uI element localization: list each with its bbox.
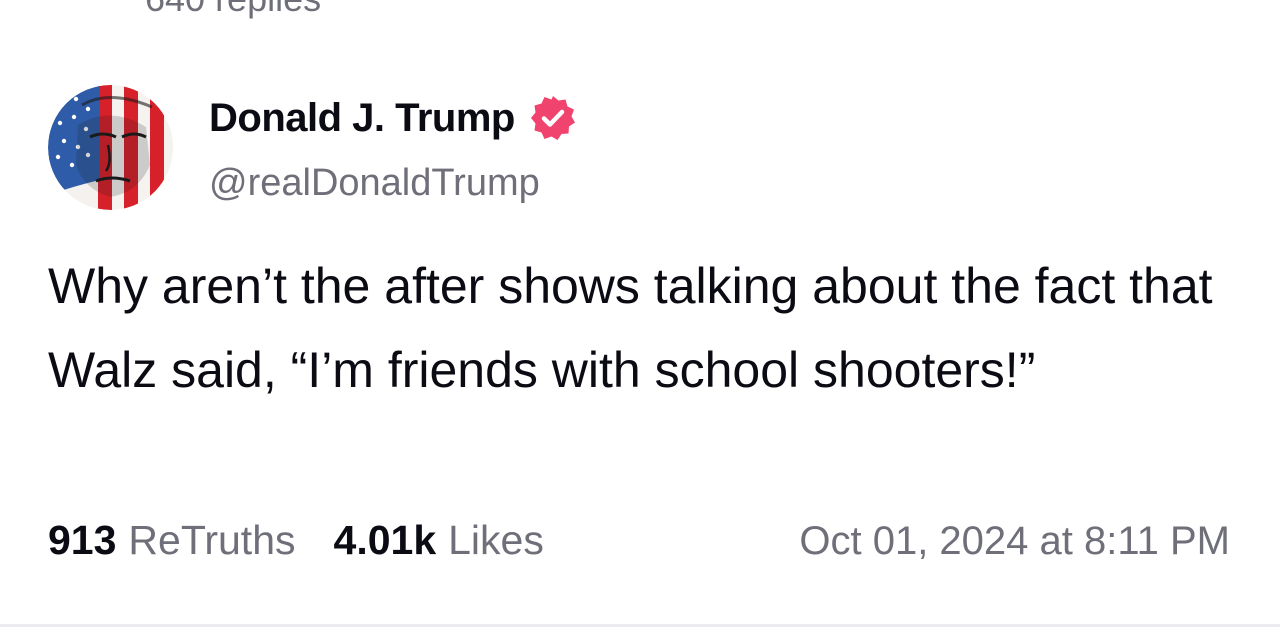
retruths-stat[interactable]: 913 ReTruths: [48, 517, 296, 564]
post-text: Why aren’t the after shows talking about…: [48, 258, 1213, 398]
post-timestamp[interactable]: Oct 01, 2024 at 8:11 PM: [799, 519, 1230, 564]
post-stats: 913 ReTruths 4.01k Likes: [48, 517, 582, 564]
retruths-label: ReTruths: [128, 517, 296, 563]
author-handle[interactable]: @realDonaldTrump: [209, 162, 540, 205]
author-display-name[interactable]: Donald J. Trump: [209, 96, 515, 141]
avatar-image: [48, 85, 173, 210]
likes-count: 4.01k: [333, 517, 437, 563]
previous-post-replies-count[interactable]: 640 replies: [145, 0, 321, 20]
divider: [0, 624, 1280, 627]
likes-label: Likes: [448, 517, 544, 563]
retruths-count: 913: [48, 517, 117, 563]
author-name-row: Donald J. Trump: [209, 94, 577, 142]
likes-stat[interactable]: 4.01k Likes: [334, 517, 544, 564]
verified-badge-icon: [530, 96, 575, 140]
avatar[interactable]: [48, 85, 173, 210]
